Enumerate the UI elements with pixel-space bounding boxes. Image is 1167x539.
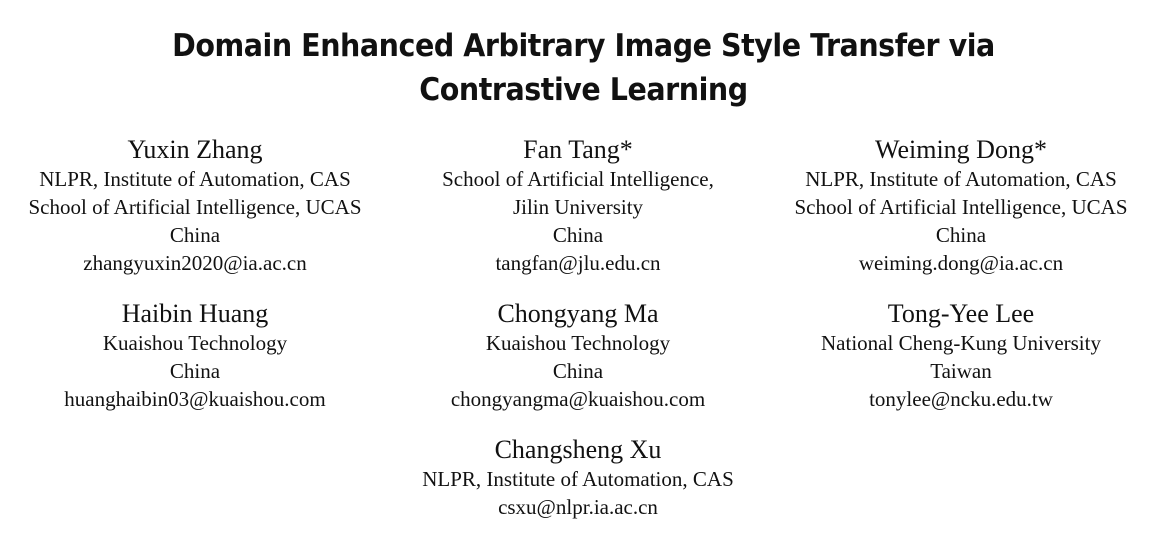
author-email: csxu@nlpr.ia.ac.cn xyxy=(498,495,658,519)
author-block: Changsheng Xu NLPR, Institute of Automat… xyxy=(383,435,773,521)
author-affiliation: School of Artificial Intelligence, xyxy=(442,167,714,191)
author-email: weiming.dong@ia.ac.cn xyxy=(858,251,1064,275)
author-affiliation: Jilin University xyxy=(512,195,644,219)
author-country: Taiwan xyxy=(930,359,992,383)
author-affiliation: NLPR, Institute of Automation, CAS xyxy=(422,467,734,491)
author-affiliation: Kuaishou Technology xyxy=(485,331,671,355)
author-block: Weiming Dong* NLPR, Institute of Automat… xyxy=(766,135,1156,277)
author-email: huanghaibin03@kuaishou.com xyxy=(64,387,326,411)
author-name: Haibin Huang xyxy=(121,299,269,328)
author-affiliation: National Cheng-Kung University xyxy=(821,331,1101,355)
author-affiliation: Kuaishou Technology xyxy=(102,331,288,355)
author-country: China xyxy=(935,223,987,247)
author-country: China xyxy=(169,359,221,383)
author-email: tonylee@ncku.edu.tw xyxy=(869,387,1053,411)
author-email: tangfan@jlu.edu.cn xyxy=(495,251,661,275)
author-block: Tong-Yee Lee National Cheng-Kung Univers… xyxy=(766,299,1156,413)
author-block: Haibin Huang Kuaishou Technology China h… xyxy=(0,299,390,413)
author-name: Weiming Dong* xyxy=(875,135,1047,164)
author-email: zhangyuxin2020@ia.ac.cn xyxy=(83,251,307,275)
author-country: China xyxy=(169,223,221,247)
author-name: Fan Tang* xyxy=(523,135,633,164)
author-affiliation: NLPR, Institute of Automation, CAS xyxy=(39,167,351,191)
author-block: Yuxin Zhang NLPR, Institute of Automatio… xyxy=(0,135,390,277)
author-name: Chongyang Ma xyxy=(497,299,659,328)
author-affiliation: School of Artificial Intelligence, UCAS xyxy=(794,195,1128,219)
author-name: Tong-Yee Lee xyxy=(887,299,1035,328)
author-email: chongyangma@kuaishou.com xyxy=(450,387,706,411)
author-block: Fan Tang* School of Artificial Intellige… xyxy=(383,135,773,277)
author-country: China xyxy=(552,223,604,247)
paper-title: Domain Enhanced Arbitrary Image Style Tr… xyxy=(47,24,1121,112)
author-name: Changsheng Xu xyxy=(494,435,662,464)
author-country: China xyxy=(552,359,604,383)
title-line-2: Contrastive Learning xyxy=(419,72,748,108)
author-affiliation: NLPR, Institute of Automation, CAS xyxy=(805,167,1117,191)
author-affiliation: School of Artificial Intelligence, UCAS xyxy=(28,195,362,219)
title-line-1: Domain Enhanced Arbitrary Image Style Tr… xyxy=(172,28,995,64)
author-block: Chongyang Ma Kuaishou Technology China c… xyxy=(383,299,773,413)
author-name: Yuxin Zhang xyxy=(127,135,263,164)
